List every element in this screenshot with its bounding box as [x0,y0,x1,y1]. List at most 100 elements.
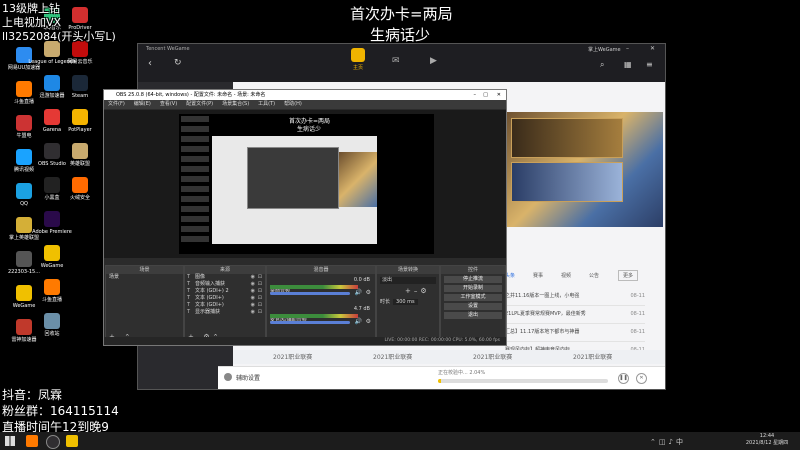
lock-icon[interactable]: ⊡ [258,309,262,316]
eye-icon[interactable]: ◉ [251,309,255,316]
obs-menu-item[interactable]: 场景集合(S) [222,100,249,109]
obs-minimize-icon[interactable]: – [474,90,477,100]
nav-home-tab[interactable]: 主页 [346,48,370,71]
obs-menu-item[interactable]: 帮助(H) [284,100,302,109]
tray-arrow-icon[interactable]: ⌃ [650,438,659,446]
transition-select[interactable]: 淡出 [380,277,436,284]
control-button[interactable]: 停止推流 [444,276,502,283]
obs-maximize-icon[interactable]: □ [483,90,488,100]
video-icon[interactable]: ▶ [430,56,437,66]
refresh-icon[interactable]: ↻ [174,58,182,68]
control-button[interactable]: 工作室模式 [444,294,502,301]
duration-input[interactable]: 300 ms [393,298,418,305]
lock-icon[interactable]: ⊡ [258,288,262,295]
league-card[interactable]: 2021职业联赛 [373,352,412,361]
taskbar-obs-icon[interactable] [46,435,60,449]
volume-slider[interactable] [270,292,350,295]
desktop-icon[interactable]: 斗鱼直播 [36,279,68,303]
lock-icon[interactable]: ⊡ [258,274,262,281]
eye-icon[interactable]: ◉ [251,302,255,309]
obs-menu-item[interactable]: 配置文件(P) [186,100,213,109]
transition-settings-icon[interactable]: ⚙ [420,287,429,295]
source-item[interactable]: T 文本 (GDI+) ◉ ⊡ [185,295,265,302]
obs-menu-item[interactable]: 文件(F) [108,100,125,109]
news-more-button[interactable]: 更多 [618,270,639,281]
lock-icon[interactable]: ⊡ [258,302,262,309]
source-item[interactable]: T 音频输入捕获 ◉ ⊡ [185,281,265,288]
wegame-brand: Tencent WeGame [146,46,190,52]
desktop-app-icon [44,245,60,261]
league-card[interactable]: 2021职业联赛 [573,352,612,361]
desktop-icon-label: 网易UU加速器 [7,65,41,71]
grid-icon[interactable]: ▦ [624,60,632,69]
taskbar-app-1-icon[interactable] [26,435,38,447]
desktop-icon[interactable]: 网易云音乐 [64,41,96,65]
news-row[interactable]: 21LPL夏季赛常规赛MVP，最佳新秀 08-11 [505,306,645,324]
back-arrow-icon[interactable]: ‹ [148,58,152,69]
mail-icon[interactable]: ✉ [392,56,400,66]
obs-menu-item[interactable]: 编辑(E) [134,100,151,109]
desktop-icon[interactable]: Steam [64,75,96,99]
tab-video[interactable]: 视频 [561,272,571,279]
wegame-user[interactable]: 掌上WeGame [588,46,621,53]
search-icon[interactable]: ⌕ [600,60,604,70]
taskbar-wegame-icon[interactable] [66,435,78,447]
control-button[interactable]: 退出 [444,312,502,319]
obs-menu-item[interactable]: 查看(V) [160,100,177,109]
menu-icon[interactable]: ≡ [646,60,653,69]
source-item[interactable]: T 图像 ◉ ⊡ [185,274,265,281]
desktop-icon[interactable]: 英雄联盟 [64,143,96,167]
assist-settings-label[interactable]: 辅助设置 [236,373,260,382]
desktop-app-icon [16,319,32,335]
obs-close-icon[interactable]: ✕ [497,90,501,100]
lock-icon[interactable]: ⊡ [258,281,262,288]
pause-icon[interactable]: ❚❚ [618,373,629,384]
add-transition-icon[interactable]: + [405,287,414,295]
mixer-dock: 混音器 桌面音频 0.0 dB 🔊 ⚙ 麦克风/辅助音频 4.7 dB 🔊 ⚙ [266,265,376,345]
tab-notice[interactable]: 公告 [589,272,599,279]
control-button[interactable]: 设置 [444,303,502,310]
close-icon[interactable]: ✕ [650,45,655,52]
desktop-icon[interactable]: PotPlayer [64,109,96,133]
preview-overlay-text2: 生病话少 [297,126,322,133]
obs-menu-item[interactable]: 工具(T) [258,100,275,109]
desktop: 网易UU加速器 斗鱼直播 牛盟电 腾讯视频 QQ 掌上英雄联盟 222303-15... We… [0,0,800,434]
source-item[interactable]: T 文本 (GDI+) 2 ◉ ⊡ [185,288,265,295]
desktop-icon[interactable]: 回收站 [36,313,68,337]
start-icon[interactable] [5,436,15,446]
tray-network-icon[interactable]: ◫ [659,438,669,446]
taskbar-clock[interactable]: 12:44 2021/8/12 星期四 [742,433,792,446]
control-button[interactable]: 开始录制 [444,285,502,292]
minimize-icon[interactable]: – [626,45,629,52]
banner-thumb-2[interactable] [511,162,623,202]
source-item[interactable]: T 文本 (GDI+) ◉ ⊡ [185,302,265,309]
speaker-icon[interactable]: 🔊 [355,289,362,296]
eye-icon[interactable]: ◉ [251,281,255,288]
source-item[interactable]: T 显示器捕获 ◉ ⊡ [185,309,265,316]
eye-icon[interactable]: ◉ [251,274,255,281]
mixer-settings-icon[interactable]: ⚙ [366,289,371,296]
desktop-app-icon [16,81,32,97]
speaker-icon[interactable]: 🔊 [355,318,362,325]
tab-match[interactable]: 赛事 [533,272,543,279]
tray-ime-icon[interactable]: 中 [676,438,686,446]
tray-volume-icon[interactable]: ♪ [669,438,676,446]
download-progress-fill [438,379,442,383]
news-row[interactable]: 汇总】11.17版本地下都市与神器 08-11 [505,324,645,342]
banner-thumb-1[interactable] [511,118,623,158]
download-close-icon[interactable]: ✕ [636,373,647,384]
source-name: 文本 (GDI+) 2 [195,288,229,294]
scene-item[interactable]: 场景 [106,274,183,281]
desktop-icon[interactable]: WeGame [36,245,68,269]
league-card[interactable]: 2021职业联赛 [473,352,512,361]
eye-icon[interactable]: ◉ [251,288,255,295]
eye-icon[interactable]: ◉ [251,295,255,302]
desktop-icon[interactable]: Adobe Premiere [32,211,72,235]
obs-preview[interactable]: 首次办卡=两局 生病话少 [104,110,506,258]
desktop-icon[interactable]: 火绒安全 [64,177,96,201]
lock-icon[interactable]: ⊡ [258,295,262,302]
volume-slider[interactable] [270,321,350,324]
news-row[interactable]: 之井11.16版本一图上线，小电强 08-11 [505,288,645,306]
mixer-settings-icon[interactable]: ⚙ [366,318,371,325]
league-card[interactable]: 2021职业联赛 [273,352,312,361]
